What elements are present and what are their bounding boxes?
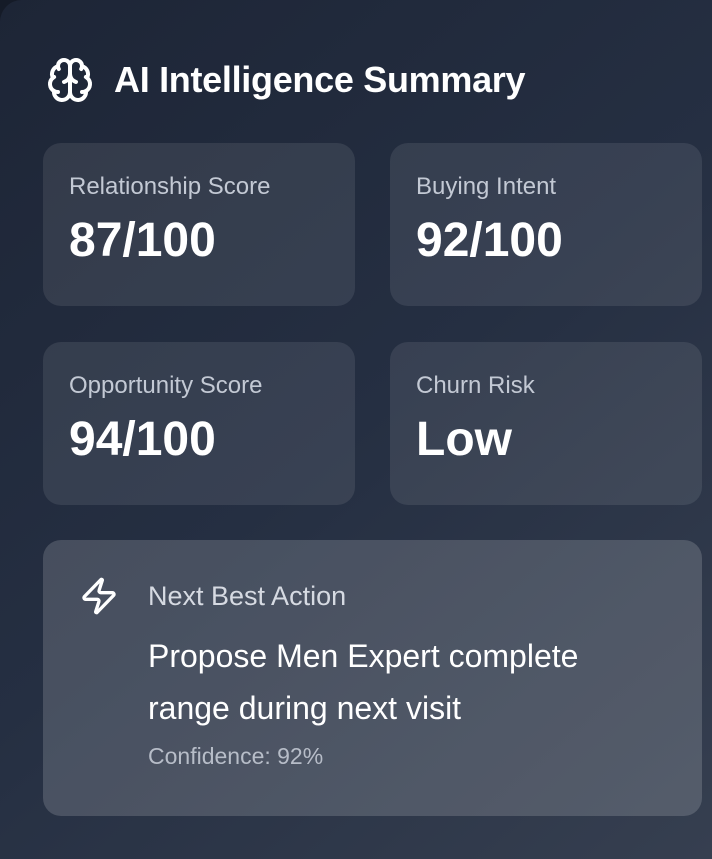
panel-header: AI Intelligence Summary [46, 56, 526, 104]
next-action-label: Next Best Action [148, 581, 347, 611]
metric-label: Opportunity Score [69, 372, 263, 399]
relationship-score-card: Relationship Score 87/100 [43, 143, 355, 306]
confidence-text: Confidence: 92% [148, 743, 324, 769]
churn-risk-card: Churn Risk Low [390, 342, 702, 505]
brain-icon [48, 58, 92, 102]
buying-intent-card: Buying Intent 92/100 [390, 143, 702, 306]
panel-title: AI Intelligence Summary [114, 59, 526, 100]
lightning-bolt-icon [82, 577, 116, 615]
metric-value: 94/100 [69, 413, 216, 466]
metric-label: Buying Intent [416, 173, 557, 200]
metric-label: Relationship Score [69, 173, 271, 200]
next-best-action-card[interactable]: Next Best Action Propose Men Expert comp… [43, 540, 702, 816]
metric-value: 92/100 [416, 214, 563, 267]
next-action-text: Propose Men Expert complete range during… [148, 638, 579, 726]
metric-value: Low [416, 413, 512, 466]
metric-label: Churn Risk [416, 372, 535, 399]
ai-summary-panel: AI Intelligence Summary Relationship Sco… [0, 0, 712, 859]
metric-value: 87/100 [69, 214, 216, 267]
opportunity-score-card: Opportunity Score 94/100 [43, 342, 355, 505]
